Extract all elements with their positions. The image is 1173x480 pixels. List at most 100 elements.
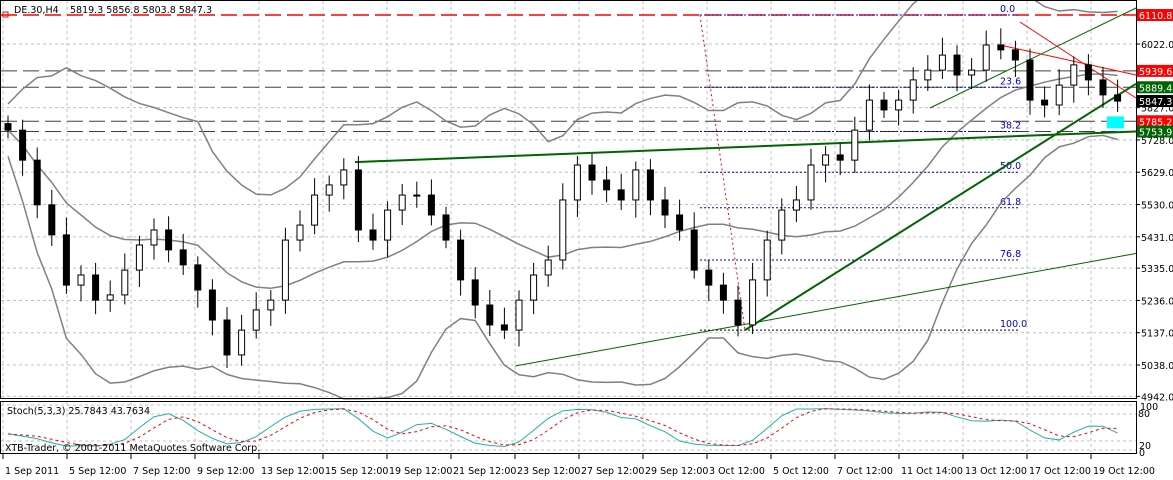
fib-level-label: 38.2 xyxy=(1000,120,1021,131)
price-tick-label: 5038.0 xyxy=(1141,361,1173,372)
candle-body xyxy=(997,44,1005,51)
candle-body xyxy=(1011,49,1019,61)
candle-body xyxy=(252,309,260,331)
price-tick-label: 5530.0 xyxy=(1141,201,1173,212)
candle-body xyxy=(836,154,844,161)
candle-body xyxy=(369,229,377,241)
candle-body xyxy=(515,299,523,331)
grid xyxy=(1,1,1136,453)
fib-level-label: 23.6 xyxy=(1000,76,1021,87)
candle-body xyxy=(530,274,538,301)
candle-body xyxy=(121,269,129,296)
candle-body xyxy=(486,304,494,326)
header-symbol: DE.30,H4 xyxy=(14,5,59,16)
time-label: 21 Sep 12:00 xyxy=(453,466,516,477)
price-label: 6110.8 xyxy=(1139,11,1172,22)
candle-body xyxy=(690,229,698,271)
candle-body xyxy=(968,69,976,76)
candle-body xyxy=(953,54,961,76)
candle-body xyxy=(559,199,567,261)
candle-body xyxy=(354,169,362,231)
fib-level-label: 0.0 xyxy=(1000,4,1015,15)
candle-body xyxy=(938,54,946,71)
candle-body xyxy=(661,199,669,216)
candle-body xyxy=(1099,79,1107,96)
price-tick-label: 5431.0 xyxy=(1141,233,1173,244)
candle-body xyxy=(719,284,727,301)
candle-body xyxy=(62,234,70,286)
candle-body xyxy=(311,194,319,226)
candle-body xyxy=(807,164,815,201)
time-label: 3 Oct 12:00 xyxy=(709,466,765,477)
price-label: 5889.4 xyxy=(1139,83,1172,94)
candle-body xyxy=(778,209,786,241)
candle-body xyxy=(924,69,932,81)
stoch-level-80: 80 xyxy=(1138,409,1150,420)
time-label: 11 Oct 14:00 xyxy=(901,466,963,477)
candle-body xyxy=(77,274,85,286)
price-chart[interactable]: 0.023.638.250.061.876.8100.0 6022.05827.… xyxy=(0,0,1173,480)
main-frame xyxy=(0,0,1137,399)
candle-body xyxy=(749,279,757,326)
stoch-level-0: 0 xyxy=(1139,448,1145,459)
candle-body xyxy=(48,204,56,236)
price-tick-label: 5335.0 xyxy=(1141,264,1173,275)
candle-body xyxy=(1070,64,1078,86)
candle-body xyxy=(325,184,333,196)
candle-body xyxy=(734,299,742,326)
price-tick-label: 5629.0 xyxy=(1141,168,1173,179)
fib-level-label: 61.8 xyxy=(1000,197,1021,208)
candle-body xyxy=(150,229,158,246)
candle-body xyxy=(106,294,114,301)
time-label: 19 Oct 12:00 xyxy=(1093,466,1155,477)
candle-body xyxy=(1114,94,1122,102)
candle-body xyxy=(296,224,304,241)
candle-body xyxy=(340,169,348,186)
price-tick-label: 6022.0 xyxy=(1141,40,1173,51)
candle-body xyxy=(646,169,654,201)
candle-body xyxy=(19,129,27,161)
price-label: 5847.3 xyxy=(1139,97,1172,108)
time-label: 29 Sep 12:00 xyxy=(645,466,708,477)
candle-body xyxy=(223,319,231,356)
time-label: 9 Sep 12:00 xyxy=(197,466,254,477)
candle-body xyxy=(457,239,465,281)
candle-body xyxy=(544,259,552,276)
time-label: 13 Oct 12:00 xyxy=(965,466,1027,477)
price-label: 5939.6 xyxy=(1139,67,1172,78)
candle-body xyxy=(442,214,450,241)
price-tick-label: 5137.0 xyxy=(1141,329,1173,340)
price-tick-label: 5236.0 xyxy=(1141,296,1173,307)
candle-body xyxy=(603,179,611,191)
price-axis: 6022.05827.05728.05629.05530.05431.05335… xyxy=(1136,9,1173,403)
candle-body xyxy=(632,169,640,201)
candle-body xyxy=(427,194,435,216)
time-label: 19 Sep 12:00 xyxy=(389,466,452,477)
candle-body xyxy=(1055,84,1063,106)
candle-body xyxy=(865,99,873,131)
candle-body xyxy=(617,189,625,201)
candle-body xyxy=(33,159,41,206)
candle-body xyxy=(413,194,421,197)
candle-body xyxy=(822,154,830,166)
time-label: 5 Oct 12:00 xyxy=(773,466,829,477)
time-label: 1 Sep 2011 xyxy=(5,466,59,477)
trend-lines[interactable] xyxy=(354,7,1137,367)
trend-line xyxy=(744,82,1137,331)
candle-body xyxy=(705,269,713,286)
fib-level-label: 76.8 xyxy=(1000,249,1021,260)
candle-body xyxy=(588,164,596,181)
candle-body xyxy=(792,199,800,211)
time-label: 13 Sep 12:00 xyxy=(261,466,324,477)
candle-body xyxy=(238,329,246,356)
candle-body xyxy=(573,164,581,201)
candle-body xyxy=(398,194,406,211)
trend-line xyxy=(514,252,1137,367)
chart-window[interactable]: 0.0 23.6 38.2 50.0 61.8 76.8 100.0 6022.0 5827.… xyxy=(0,0,1173,480)
fibonacci-retracement[interactable]: 0.023.638.250.061.876.8100.0 xyxy=(699,4,1027,331)
candle-body xyxy=(982,44,990,71)
candle-body xyxy=(179,249,187,266)
candle-body xyxy=(4,123,12,131)
candle-body xyxy=(281,239,289,301)
time-axis: 1 Sep 2011 5 Sep 12:00 7 Sep 12:00 9 Sep 12… xyxy=(2,454,1155,477)
